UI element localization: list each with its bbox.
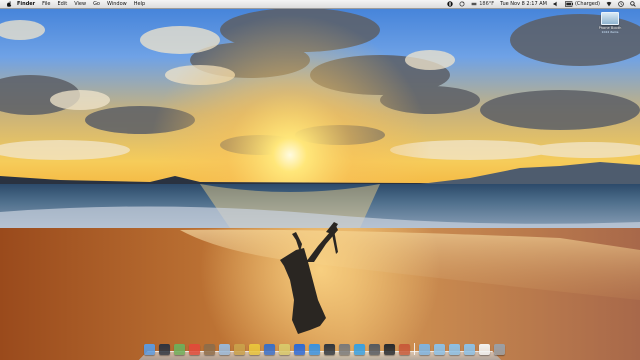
chrome-icon[interactable]: [249, 344, 260, 355]
desktop-item-phone-booth[interactable]: Phone Booth 1024 items: [586, 12, 634, 34]
time-machine-icon[interactable]: [618, 1, 624, 7]
menu-edit[interactable]: Edit: [58, 0, 68, 8]
mail-icon[interactable]: [174, 344, 185, 355]
notes-icon[interactable]: [279, 344, 290, 355]
safari-icon[interactable]: [309, 344, 320, 355]
menu-help[interactable]: Help: [134, 0, 145, 8]
addressbook-icon[interactable]: [204, 344, 215, 355]
menu-view[interactable]: View: [74, 0, 86, 8]
document-stack-icon[interactable]: [479, 344, 490, 355]
steam-icon[interactable]: [324, 344, 335, 355]
finder-icon[interactable]: [144, 344, 155, 355]
hard-drive-icon: [601, 12, 619, 25]
menu-file[interactable]: File: [42, 0, 50, 8]
terminal-icon[interactable]: [384, 344, 395, 355]
itunes-icon[interactable]: [264, 344, 275, 355]
activity-icon[interactable]: [399, 344, 410, 355]
clock[interactable]: Tue Nov 8 2:17 AM: [500, 0, 547, 8]
spotlight-search-icon[interactable]: [630, 1, 636, 7]
documents-folder-icon[interactable]: [434, 344, 445, 355]
desktop-wallpaper: [0, 0, 640, 360]
dock: [139, 341, 505, 360]
trash-icon[interactable]: [494, 344, 505, 355]
app-menu-finder[interactable]: Finder: [17, 0, 35, 8]
sysprefs-icon[interactable]: [339, 344, 350, 355]
temperature-monitor-icon[interactable]: 186°F: [471, 0, 494, 8]
wifi-icon[interactable]: [606, 1, 612, 7]
menu-extra-icon[interactable]: [447, 1, 453, 7]
battery-label: (Charged): [574, 1, 600, 7]
skype-icon[interactable]: [354, 344, 365, 355]
battery-status[interactable]: (Charged): [564, 0, 600, 8]
dashboard-icon[interactable]: [159, 344, 170, 355]
dock-separator: [414, 343, 415, 355]
temperature-readout: 186°F: [479, 1, 495, 7]
menu-bar: Finder File Edit View Go Window Help 186…: [0, 0, 640, 9]
menu-window[interactable]: Window: [107, 0, 127, 8]
volume-icon[interactable]: [553, 1, 559, 7]
menu-go[interactable]: Go: [93, 0, 100, 8]
desktop-item-sublabel: 1024 items: [601, 30, 619, 34]
photobooth-icon[interactable]: [369, 344, 380, 355]
apple-menu-icon[interactable]: [6, 1, 12, 7]
dock-items: [144, 341, 509, 355]
downloads-folder-icon[interactable]: [449, 344, 460, 355]
appstore-icon[interactable]: [294, 344, 305, 355]
preview-icon[interactable]: [219, 344, 230, 355]
pictures-folder-icon[interactable]: [464, 344, 475, 355]
applications-folder-icon[interactable]: [419, 344, 430, 355]
sync-icon[interactable]: [459, 1, 465, 7]
photos-icon[interactable]: [234, 344, 245, 355]
ical-icon[interactable]: [189, 344, 200, 355]
